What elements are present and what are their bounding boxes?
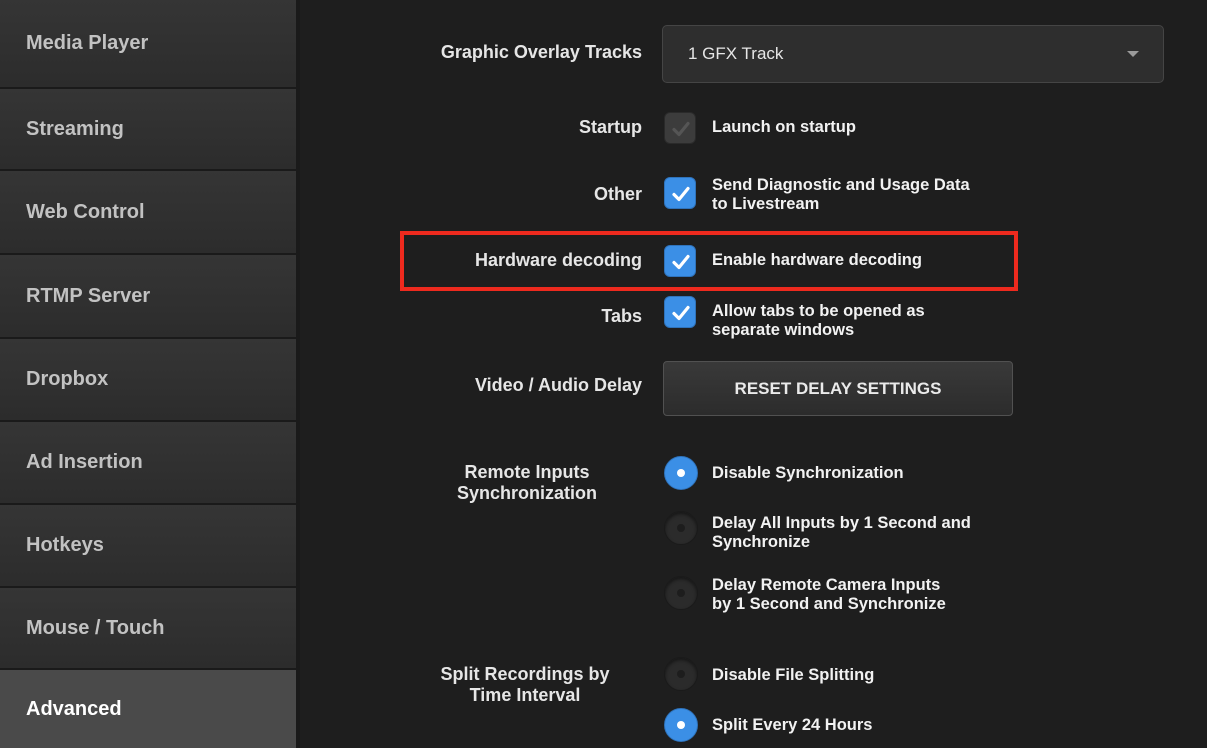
- diagnostic-data-text-line2: to Livestream: [712, 195, 820, 213]
- diagnostic-data-checkbox[interactable]: [664, 177, 696, 209]
- sidebar-item-label: Advanced: [26, 697, 122, 720]
- sidebar-item-dropbox[interactable]: Dropbox: [0, 337, 296, 420]
- remote-sync-label-line2: Synchronization: [456, 483, 597, 503]
- delay-all-inputs-text: Delay All Inputs by 1 Second and Synchro…: [712, 514, 971, 552]
- separate-windows-checkbox[interactable]: [664, 296, 696, 328]
- split-every-24-hours-radio[interactable]: [664, 708, 698, 742]
- other-label: Other: [593, 184, 642, 204]
- tabs-label: Tabs: [601, 306, 642, 326]
- remote-sync-label-line1: Remote Inputs: [464, 462, 590, 482]
- highlight-box: [400, 231, 1018, 291]
- delay-all-inputs-text-line2: Synchronize: [712, 533, 811, 551]
- sidebar-item-label: Hotkeys: [26, 534, 104, 556]
- delay-all-inputs-radio[interactable]: [664, 511, 698, 545]
- delay-remote-camera-radio[interactable]: [664, 576, 698, 610]
- sidebar-item-rtmp-server[interactable]: RTMP Server: [0, 253, 296, 337]
- launch-on-startup-checkbox[interactable]: [664, 112, 696, 144]
- disable-sync-text: Disable Synchronization: [712, 464, 904, 482]
- sidebar-item-label: Dropbox: [26, 368, 109, 390]
- sidebar-item-label: RTMP Server: [26, 284, 151, 307]
- sidebar-item-label: Mouse / Touch: [26, 616, 165, 639]
- split-every-24-hours-text: Split Every 24 Hours: [712, 716, 873, 734]
- startup-label: Startup: [579, 117, 642, 137]
- graphic-overlay-label: Graphic Overlay Tracks: [440, 42, 642, 62]
- reset-delay-settings-button[interactable]: RESET DELAY SETTINGS: [663, 361, 1013, 416]
- launch-on-startup-text: Launch on startup: [712, 118, 856, 136]
- disable-sync-radio[interactable]: [664, 456, 698, 490]
- split-recordings-label-line1: Split Recordings by: [440, 664, 610, 684]
- graphic-overlay-select[interactable]: 1 GFX Track: [662, 25, 1164, 83]
- checkmark-icon: [672, 121, 690, 137]
- diagnostic-data-text: Send Diagnostic and Usage Data to Livest…: [712, 176, 970, 214]
- sidebar-item-label: Web Control: [26, 200, 145, 223]
- settings-sidebar: Media Player Streaming Web Control RTMP …: [0, 0, 300, 748]
- delay-remote-camera-text-line1: Delay Remote Camera Inputs: [712, 576, 941, 594]
- checkmark-icon: [672, 186, 690, 202]
- delay-remote-camera-text-line2: by 1 Second and Synchronize: [712, 595, 946, 613]
- graphic-overlay-value: 1 GFX Track: [688, 44, 784, 63]
- sidebar-item-advanced[interactable]: Advanced: [0, 668, 296, 748]
- video-audio-delay-label: Video / Audio Delay: [474, 375, 642, 395]
- disable-file-splitting-text: Disable File Splitting: [712, 666, 875, 684]
- delay-all-inputs-text-line1: Delay All Inputs by 1 Second and: [712, 514, 971, 532]
- sidebar-item-streaming[interactable]: Streaming: [0, 87, 296, 169]
- sidebar-item-label: Streaming: [26, 117, 124, 140]
- sidebar-item-web-control[interactable]: Web Control: [0, 169, 296, 253]
- separate-windows-text-line2: separate windows: [712, 321, 855, 339]
- diagnostic-data-text-line1: Send Diagnostic and Usage Data: [712, 176, 970, 194]
- sidebar-item-ad-insertion[interactable]: Ad Insertion: [0, 420, 296, 503]
- sidebar-item-hotkeys[interactable]: Hotkeys: [0, 503, 296, 586]
- separate-windows-text: Allow tabs to be opened as separate wind…: [712, 302, 925, 340]
- chevron-down-icon: [1127, 51, 1139, 57]
- separate-windows-text-line1: Allow tabs to be opened as: [712, 302, 925, 320]
- split-recordings-label-line2: Time Interval: [469, 685, 581, 705]
- sidebar-item-media-player[interactable]: Media Player: [0, 0, 296, 87]
- disable-file-splitting-radio[interactable]: [664, 657, 698, 691]
- checkmark-icon: [672, 305, 690, 321]
- sidebar-item-label: Ad Insertion: [26, 451, 143, 473]
- delay-remote-camera-text: Delay Remote Camera Inputs by 1 Second a…: [712, 576, 946, 614]
- sidebar-item-mouse-touch[interactable]: Mouse / Touch: [0, 586, 296, 668]
- sidebar-item-label: Media Player: [26, 32, 149, 54]
- remote-sync-label: Remote Inputs Synchronization: [412, 462, 642, 504]
- split-recordings-label: Split Recordings by Time Interval: [405, 664, 645, 706]
